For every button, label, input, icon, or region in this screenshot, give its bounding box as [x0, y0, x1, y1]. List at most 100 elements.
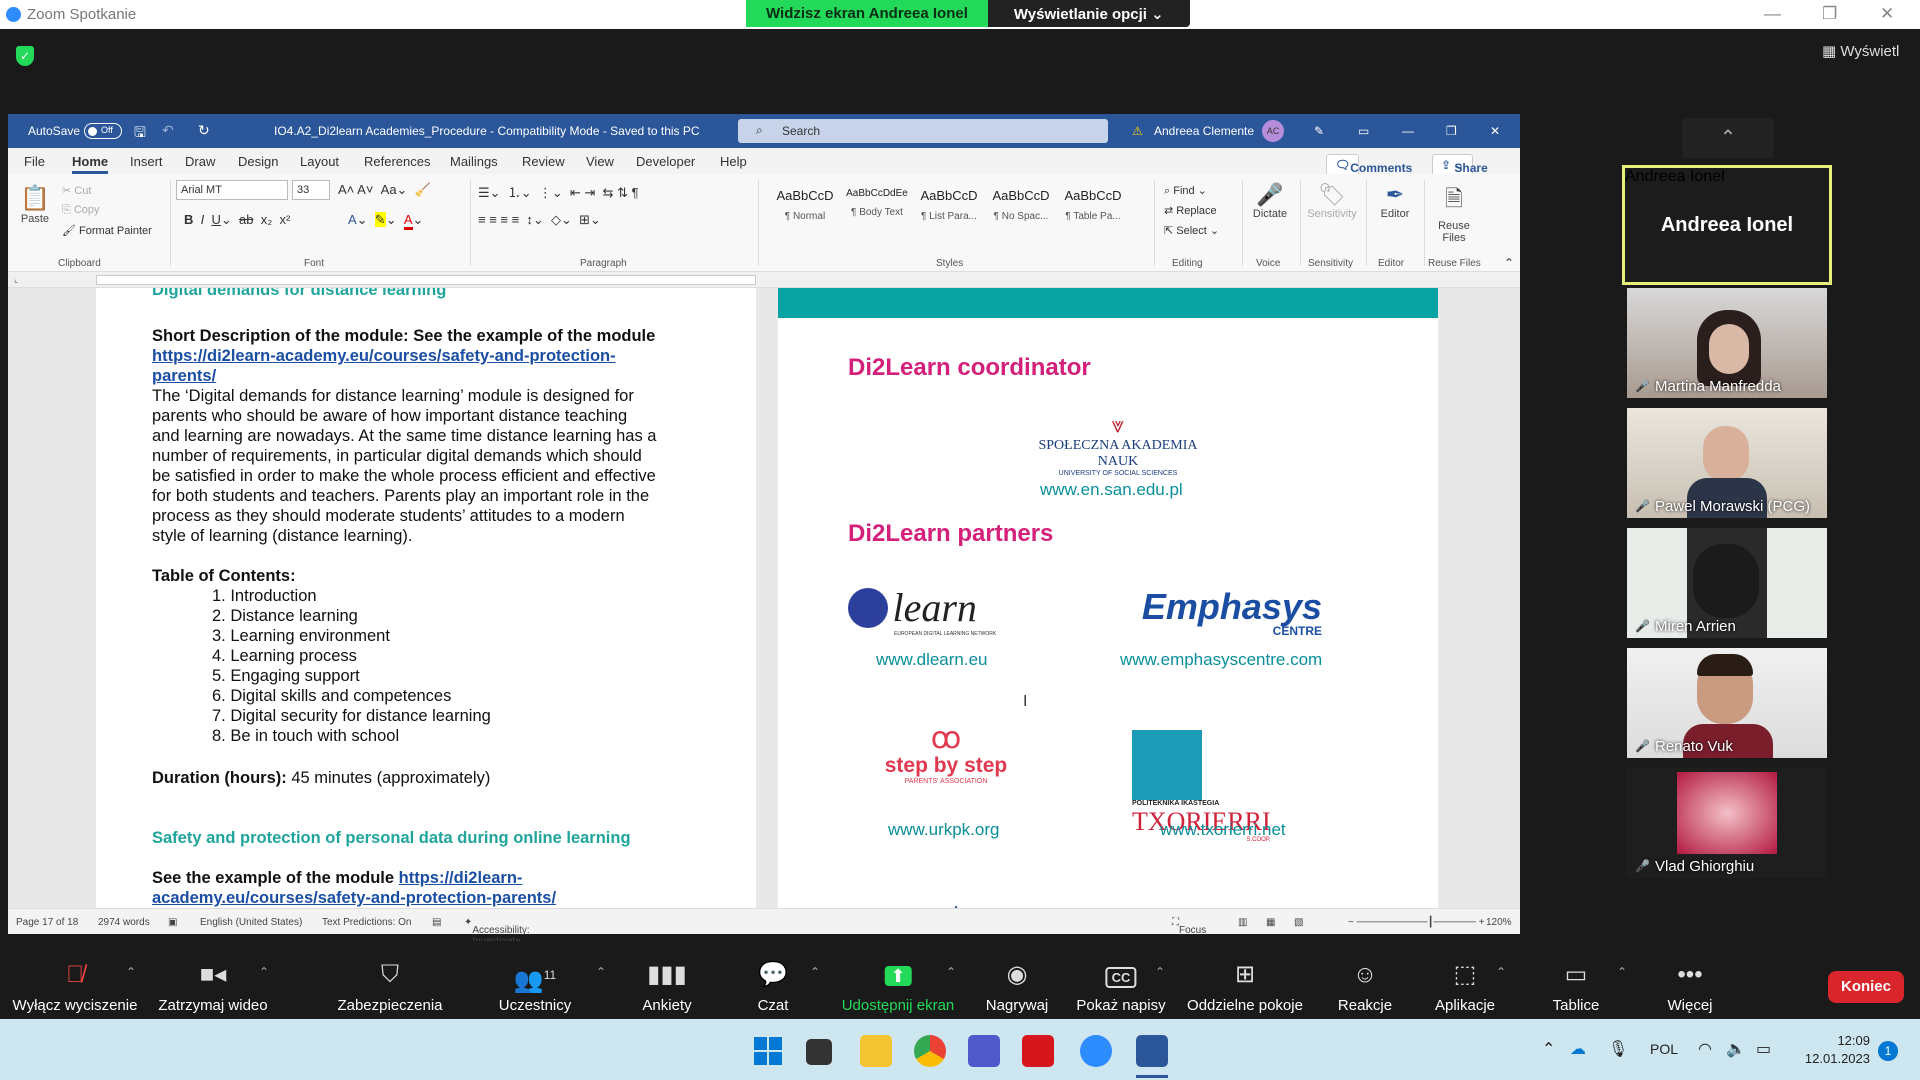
list-buttons[interactable]: ☰⌄ ⒈⌄ ⋮⌄ ⇤ ⇥ ⇆ ⇅ ¶	[478, 182, 639, 201]
chat-options-icon[interactable]: ⌃	[810, 965, 820, 979]
input-language[interactable]: POL	[1650, 1041, 1678, 1057]
step-link[interactable]: www.urkpk.org	[888, 820, 999, 840]
dlearn-link[interactable]: www.dlearn.eu	[876, 650, 988, 670]
scroll-up-icon[interactable]: ⌃	[1682, 118, 1774, 158]
ribbon-display-icon[interactable]: ▭	[1358, 124, 1369, 138]
stop-video-button[interactable]: ■◂ Zatrzymaj wideo	[158, 961, 267, 1014]
tab-stop-icon[interactable]: ⌞	[14, 274, 18, 285]
end-meeting-button[interactable]: Koniec	[1828, 971, 1904, 1003]
undo-icon[interactable]: ↶	[162, 122, 174, 139]
redo-icon[interactable]: ↻	[198, 122, 210, 139]
acrobat-icon[interactable]	[1022, 1035, 1054, 1067]
select-button[interactable]: ⇱ Select ⌄	[1164, 224, 1219, 237]
captions-options-icon[interactable]: ⌃	[1155, 965, 1165, 979]
encryption-shield-icon[interactable]: ✓	[16, 46, 34, 66]
onedrive-icon[interactable]: ☁	[1570, 1039, 1586, 1059]
style-no-spacing[interactable]: AaBbCcD ¶ No Spac...	[986, 182, 1056, 230]
search-box[interactable]: ⌕ Search	[738, 119, 1108, 143]
san-link[interactable]: www.en.san.edu.pl	[1040, 480, 1183, 500]
font-size-controls[interactable]: A˄ A˅ Aa⌄ 🧹	[338, 182, 431, 198]
zoom-app-icon[interactable]	[1080, 1035, 1112, 1067]
accessibility-status[interactable]: ✦ Accessibility: Investigate	[464, 917, 530, 947]
tab-mailings[interactable]: Mailings	[450, 154, 498, 169]
video-options-icon[interactable]: ⌃	[259, 965, 269, 979]
close-icon[interactable]: ✕	[1880, 4, 1894, 24]
record-button[interactable]: ◉ Nagrywaj	[986, 961, 1049, 1014]
comments-button[interactable]: 🗨 Comments	[1326, 154, 1412, 176]
participant-tile[interactable]: 🎤 Vlad Ghiorghiu	[1627, 768, 1827, 878]
focus-button[interactable]: ⛶ Focus	[1172, 917, 1206, 936]
volume-icon[interactable]: 🔈	[1726, 1039, 1746, 1059]
battery-icon[interactable]: ▭	[1756, 1039, 1771, 1059]
teams-icon[interactable]	[968, 1035, 1000, 1067]
whiteboard-options-icon[interactable]: ⌃	[1617, 965, 1627, 979]
editor-button[interactable]: ✒ Editor	[1368, 182, 1422, 220]
style-list-paragraph[interactable]: AaBbCcD ¶ List Para...	[914, 182, 984, 230]
participant-tile[interactable]: 🎤 Miren Arrien	[1627, 528, 1827, 638]
chrome-icon[interactable]	[914, 1035, 946, 1067]
dictate-button[interactable]: 🎤 Dictate	[1242, 182, 1298, 220]
share-button[interactable]: ⇪ Share ⌄	[1432, 154, 1488, 176]
style-body-text[interactable]: AaBbCcDdEe ¶ Body Text	[842, 182, 912, 230]
microphone-tray-icon[interactable]: 🎙	[1608, 1039, 1628, 1059]
alignment-buttons[interactable]: ≡ ≡ ≡ ≡ ↕⌄ ◇⌄ ⊞⌄	[478, 212, 601, 228]
reactions-button[interactable]: ☺ Reakcje	[1338, 961, 1392, 1014]
style-normal[interactable]: AaBbCcD ¶ Normal	[770, 182, 840, 230]
share-screen-button[interactable]: ⬆ Udostępnij ekran	[842, 961, 954, 1014]
participant-tile-active[interactable]: Andreea Ionel Andreea Ionel	[1622, 165, 1832, 285]
participants-options-icon[interactable]: ⌃	[596, 965, 606, 979]
cut-button[interactable]: ✂ Cut	[62, 184, 91, 197]
word-close-icon[interactable]: ✕	[1490, 124, 1500, 138]
copy-button[interactable]: ⎘ Copy	[62, 204, 100, 217]
replace-button[interactable]: ⇄ Replace	[1164, 204, 1217, 217]
restore-icon[interactable]: ❐	[1822, 4, 1837, 24]
find-button[interactable]: ⌕ Find ⌄	[1164, 184, 1207, 198]
polls-button[interactable]: ▮▮▮ Ankiety	[642, 961, 691, 1014]
txorierri-link[interactable]: www.txorierri.net	[1160, 820, 1286, 840]
file-explorer-icon[interactable]	[860, 1035, 892, 1067]
audio-options-icon[interactable]: ⌃	[126, 965, 136, 979]
more-button[interactable]: ••• Więcej	[1667, 961, 1712, 1014]
collapse-ribbon-icon[interactable]: ⌃	[1504, 256, 1514, 270]
module-link-cont[interactable]: parents/	[152, 366, 216, 386]
font-name-select[interactable]: Arial MT	[176, 180, 288, 200]
page-left[interactable]: Digital demands for distance learning Sh…	[96, 288, 756, 908]
participant-tile[interactable]: 🎤 Martina Manfredda	[1627, 288, 1827, 398]
web-layout-icon[interactable]: ▧	[1294, 917, 1303, 928]
user-name[interactable]: Andreea Clemente	[1154, 124, 1254, 138]
participant-tile[interactable]: 🎤 Renato Vuk	[1627, 648, 1827, 758]
minimize-icon[interactable]: —	[1764, 4, 1781, 24]
tab-file[interactable]: File	[24, 154, 45, 169]
share-options-icon[interactable]: ⌃	[946, 965, 956, 979]
paste-button[interactable]: 📋 Paste	[20, 184, 50, 225]
text-predictions[interactable]: Text Predictions: On	[322, 917, 411, 928]
whiteboards-button[interactable]: ▭ Tablice	[1553, 961, 1600, 1014]
tab-insert[interactable]: Insert	[130, 154, 163, 169]
participant-tile[interactable]: 🎤 Pawel Morawski (PCG)	[1627, 408, 1827, 518]
pen-icon[interactable]: ✎	[1314, 124, 1324, 138]
tab-help[interactable]: Help	[720, 154, 747, 169]
participants-button[interactable]: 👥11 Uczestnicy	[499, 961, 572, 1014]
avatar[interactable]: AC	[1262, 120, 1284, 142]
reuse-files-button[interactable]: 🗎 Reuse Files	[1426, 182, 1482, 244]
breakout-rooms-button[interactable]: ⊞ Oddzielne pokoje	[1187, 961, 1303, 1014]
unmute-button[interactable]: 🎙̸ Wyłącz wyciszenie	[13, 961, 138, 1014]
captions-button[interactable]: CC Pokaż napisy	[1076, 961, 1166, 1014]
word-count[interactable]: 2974 words	[98, 917, 150, 928]
tab-home[interactable]: Home	[72, 154, 109, 174]
format-painter-button[interactable]: 🖌 Format Painter	[62, 224, 152, 237]
security-button[interactable]: ⛉ Zabezpieczenia	[337, 961, 442, 1014]
notification-badge[interactable]: 1	[1878, 1041, 1898, 1061]
zoom-slider[interactable]: − ──────────┃────── +	[1348, 917, 1485, 928]
save-icon[interactable]: 🖫	[134, 122, 146, 146]
sensitivity-button[interactable]: 🏷 Sensitivity	[1300, 182, 1364, 220]
document-title[interactable]: IO4.A2_Di2learn Academies_Procedure - Co…	[274, 124, 700, 138]
tab-developer[interactable]: Developer	[636, 154, 695, 169]
apps-button[interactable]: ⬚ Aplikacje	[1435, 961, 1495, 1014]
language[interactable]: English (United States)	[200, 917, 302, 928]
tab-design[interactable]: Design	[238, 154, 278, 169]
view-options-button[interactable]: Wyświetlanie opcji ⌄	[987, 0, 1190, 27]
autosave-toggle[interactable]: Off	[84, 123, 122, 139]
view-button[interactable]: ▦ Wyświetl	[1822, 42, 1899, 60]
page-count[interactable]: Page 17 of 18	[16, 917, 78, 928]
